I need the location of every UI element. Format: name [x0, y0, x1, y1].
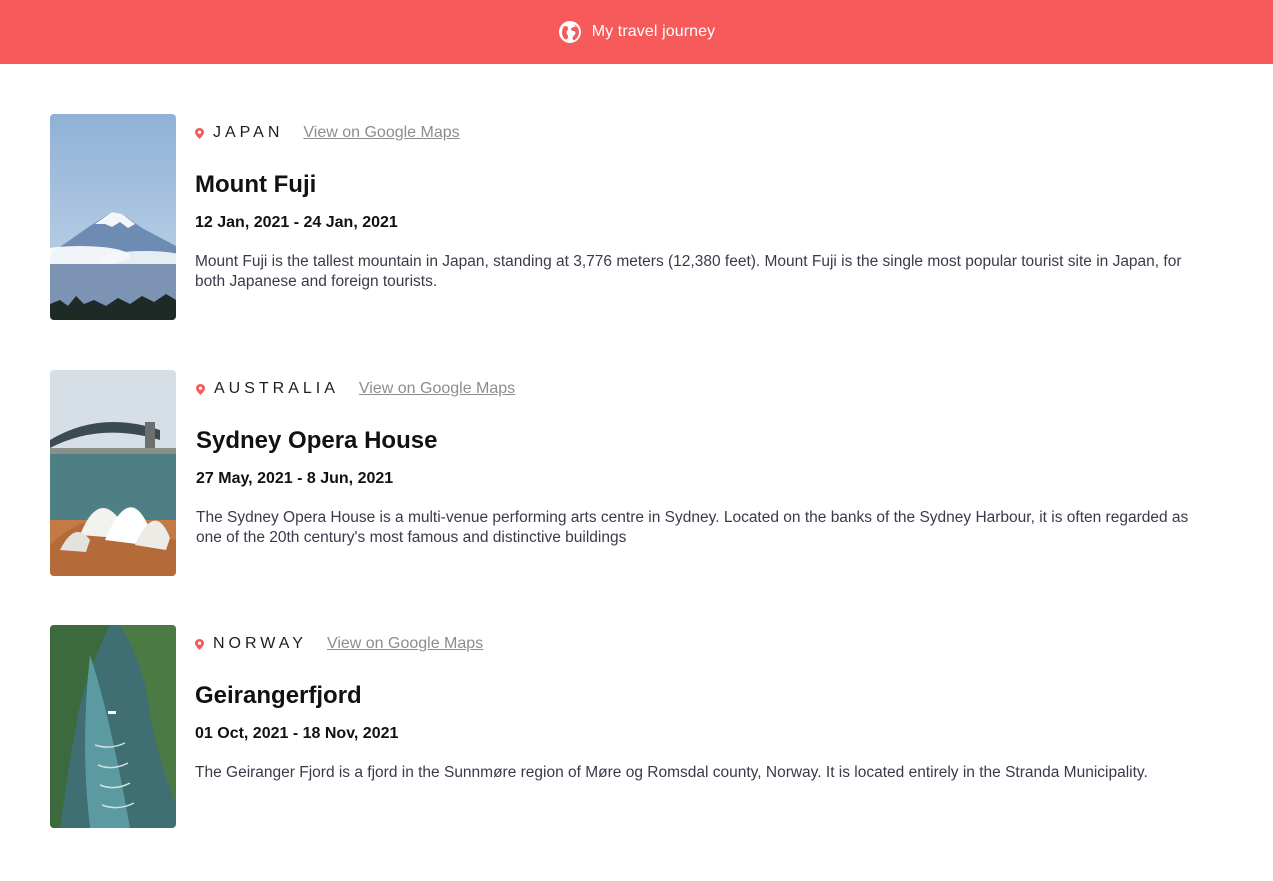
entry-content: JAPAN View on Google Maps Mount Fuji 12 …	[195, 114, 1230, 292]
entry-meta: AUSTRALIA View on Google Maps	[196, 370, 1231, 408]
entry-title: Mount Fuji	[195, 171, 317, 198]
google-maps-link[interactable]: View on Google Maps	[303, 124, 459, 142]
location-pin-icon	[196, 383, 205, 395]
entry-dates: 01 Oct, 2021 - 18 Nov, 2021	[195, 725, 399, 742]
entry-title: Geirangerfjord	[195, 682, 362, 709]
google-maps-link[interactable]: View on Google Maps	[327, 635, 483, 653]
entry-title: Sydney Opera House	[196, 427, 438, 454]
google-maps-link[interactable]: View on Google Maps	[359, 380, 515, 398]
journal-entry: AUSTRALIA View on Google Maps Sydney Ope…	[50, 370, 1230, 580]
journal-entry: JAPAN View on Google Maps Mount Fuji 12 …	[50, 114, 1230, 324]
entry-dates: 27 May, 2021 - 8 Jun, 2021	[196, 470, 394, 487]
entry-meta: NORWAY View on Google Maps	[195, 625, 1230, 663]
location-pin-icon	[195, 127, 204, 139]
entry-description: The Sydney Opera House is a multi-venue …	[196, 509, 1189, 546]
app-title: My travel journey	[591, 23, 716, 40]
geirangerfjord-photo	[50, 625, 176, 828]
app-header: My travel journey	[0, 0, 1273, 64]
location-pin-icon	[195, 638, 204, 650]
entry-country: NORWAY	[213, 635, 307, 652]
journal-entry: NORWAY View on Google Maps Geirangerfjor…	[50, 625, 1230, 835]
globe-icon	[558, 21, 581, 43]
entry-country: JAPAN	[213, 124, 284, 141]
entry-content: AUSTRALIA View on Google Maps Sydney Ope…	[196, 370, 1231, 548]
header-brand: My travel journey	[558, 20, 716, 44]
entry-description: Mount Fuji is the tallest mountain in Ja…	[195, 253, 1182, 290]
entry-content: NORWAY View on Google Maps Geirangerfjor…	[195, 625, 1230, 783]
entry-description: The Geiranger Fjord is a fjord in the Su…	[195, 764, 1148, 781]
entry-meta: JAPAN View on Google Maps	[195, 114, 1230, 152]
sydney-opera-house-photo	[50, 370, 176, 576]
mount-fuji-photo	[50, 114, 176, 320]
entry-country: AUSTRALIA	[214, 380, 339, 397]
entry-dates: 12 Jan, 2021 - 24 Jan, 2021	[195, 214, 398, 231]
